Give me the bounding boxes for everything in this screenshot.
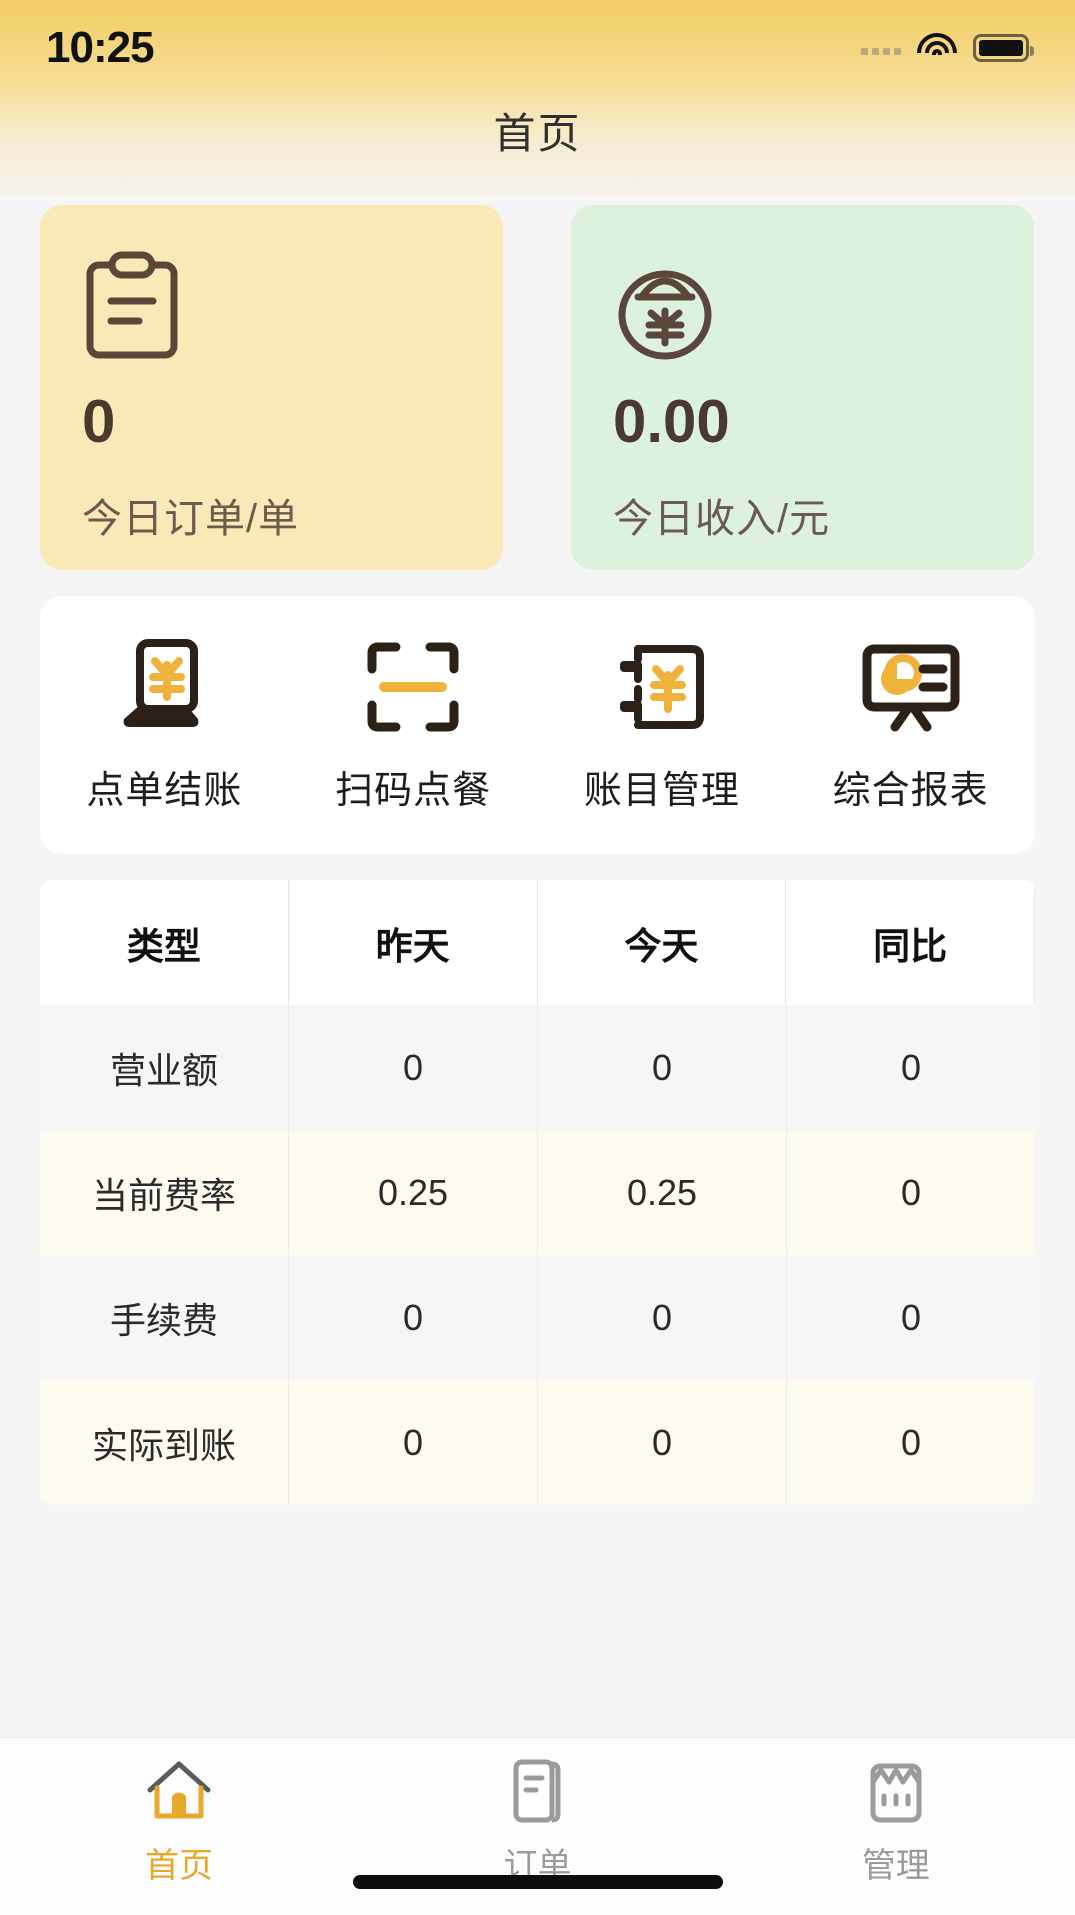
table-cell-today: 0	[538, 1380, 787, 1505]
stat-card-orders[interactable]: 0 今日订单/单	[40, 205, 503, 570]
table-row: 当前费率 0.25 0.25 0	[40, 1130, 1035, 1255]
tab-management[interactable]: 管理	[717, 1754, 1075, 1887]
status-indicators	[861, 32, 1034, 63]
table-cell-yoy: 0	[900, 1296, 922, 1338]
table-cell-today: 0.25	[538, 1130, 787, 1255]
table-cell-yoy: 0	[900, 1046, 922, 1088]
status-time: 10:25	[46, 22, 155, 72]
table-header-row: 类型 昨天 今天 同比	[40, 880, 1035, 1005]
action-label: 账目管理	[583, 769, 740, 812]
stat-label-income: 今日收入/元	[613, 497, 831, 541]
tab-label: 首页	[145, 1847, 214, 1885]
action-report[interactable]: 综合报表	[786, 637, 1035, 814]
bottom-tab-bar: 首页 订单 管理	[0, 1737, 1075, 1915]
table-cell-type: 手续费	[40, 1255, 289, 1380]
clipboard-icon	[82, 251, 461, 376]
table-header-cell: 昨天	[289, 880, 538, 1005]
table-row: 手续费 0 0 0	[40, 1255, 1035, 1380]
table-cell-today: 0	[538, 1005, 787, 1130]
stat-cards: 0 今日订单/单 0.00 今日收入/元	[40, 205, 1035, 570]
action-label: 扫码点餐	[335, 769, 492, 812]
action-account-management[interactable]: 账目管理	[538, 637, 787, 814]
table-header-cell: 同比	[786, 880, 1035, 1005]
summary-table: 类型 昨天 今天 同比 营业额 0 0 0 当前费率 0.25 0.25 0 手…	[40, 880, 1035, 1505]
stat-card-income[interactable]: 0.00 今日收入/元	[571, 205, 1034, 570]
tab-home[interactable]: 首页	[0, 1754, 358, 1887]
signal-dots-icon	[861, 41, 901, 55]
table-row: 实际到账 0 0 0	[40, 1380, 1035, 1505]
table-cell-yoy: 0	[900, 1171, 922, 1213]
table-cell-type: 实际到账	[40, 1380, 289, 1505]
shop-icon	[857, 1754, 935, 1832]
report-chart-icon	[856, 637, 966, 737]
order-checkout-icon	[109, 637, 219, 737]
app-root: 10:25 首页 0 今日订单/单 0.00 今日收入/元 点单结账 扫码点餐 …	[0, 0, 1075, 1915]
orders-document-icon	[498, 1754, 576, 1832]
action-scan-qrcode[interactable]: 扫码点餐	[289, 637, 538, 814]
stat-value-orders: 0	[82, 388, 116, 455]
action-order-checkout[interactable]: 点单结账	[40, 637, 289, 814]
home-icon	[140, 1754, 218, 1832]
stat-label-orders: 今日订单/单	[82, 497, 300, 541]
table-cell-yesterday: 0	[289, 1005, 538, 1130]
table-cell-today: 0	[538, 1255, 787, 1380]
action-label: 综合报表	[832, 769, 989, 812]
tab-label: 管理	[861, 1847, 930, 1885]
table-row: 营业额 0 0 0	[40, 1005, 1035, 1130]
table-cell-yoy: 0	[900, 1421, 922, 1463]
tab-orders[interactable]: 订单	[358, 1754, 716, 1887]
scan-qrcode-icon	[358, 637, 468, 737]
table-cell-type: 当前费率	[40, 1130, 289, 1255]
battery-icon	[973, 33, 1034, 62]
table-cell-type: 营业额	[40, 1005, 289, 1130]
page-header: 10:25 首页	[0, 0, 1075, 198]
money-bag-yuan-icon	[613, 251, 992, 376]
table-cell-yesterday: 0	[289, 1380, 538, 1505]
table-cell-yesterday: 0.25	[289, 1130, 538, 1255]
table-cell-yesterday: 0	[289, 1255, 538, 1380]
table-header-cell: 类型	[40, 880, 289, 1005]
home-indicator[interactable]	[352, 1875, 723, 1889]
page-title: 首页	[493, 110, 582, 157]
action-label: 点单结账	[86, 769, 243, 812]
stat-value-income: 0.00	[613, 388, 730, 455]
wifi-icon	[917, 32, 957, 63]
table-header-cell: 今天	[538, 880, 787, 1005]
status-bar: 10:25	[0, 0, 1075, 95]
quick-actions: 点单结账 扫码点餐 账目管理 综合报表	[40, 596, 1035, 854]
account-management-icon	[607, 637, 717, 737]
